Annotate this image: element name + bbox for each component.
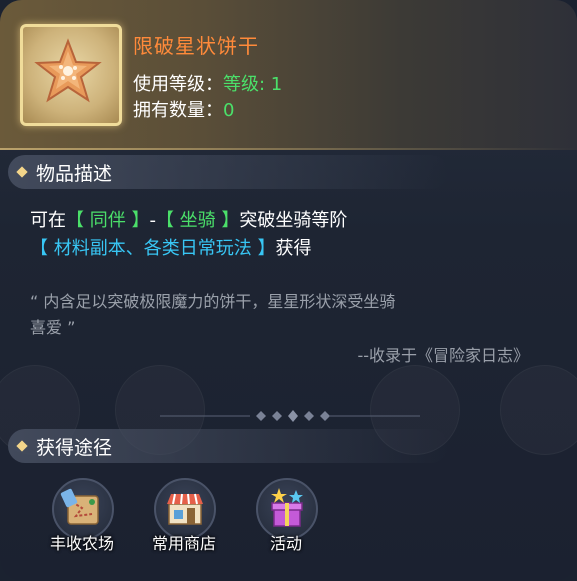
description-obtain: 获得 — [275, 238, 312, 259]
item-tooltip-panel: 限破星状饼干 使用等级：等级: 1 拥有数量：0 物品描述 可在【 同伴 】-【… — [0, 0, 577, 581]
source-shop-button[interactable]: 常用商店 — [138, 478, 230, 568]
item-name: 限破星状饼干 — [133, 34, 259, 58]
owned-count-value: 0 — [223, 100, 235, 121]
flavor-source: --收录于《冒险家日志》 — [357, 346, 529, 365]
source-event-label: 活动 — [269, 534, 302, 553]
description-line-1: 可在【 同伴 】-【 坐骑 】突破坐骑等阶 — [30, 206, 347, 232]
diamond-bullet-icon — [16, 166, 28, 178]
owned-count: 拥有数量：0 — [133, 96, 234, 122]
source-farm-button[interactable]: 丰收农场 — [36, 478, 128, 568]
use-level-value: 等级: 1 — [223, 74, 283, 95]
section-divider — [160, 410, 420, 422]
item-icon-frame — [20, 24, 122, 126]
use-level: 使用等级：等级: 1 — [133, 70, 282, 96]
acquire-title: 获得途径 — [36, 437, 113, 459]
star-cookie-icon — [34, 38, 102, 103]
description-prefix: 可在 — [30, 210, 66, 231]
material-dungeon-link[interactable]: 【 材料副本、各类日常玩法 】 — [30, 238, 275, 259]
description-line-2: 【 材料副本、各类日常玩法 】获得 — [30, 234, 311, 260]
source-shop-label: 常用商店 — [151, 534, 216, 553]
description-section-header: 物品描述 — [8, 155, 448, 189]
description-title: 物品描述 — [36, 163, 113, 185]
description-suffix: 突破坐骑等阶 — [239, 210, 348, 231]
flavor-quote-line-2: 喜爱 ” — [30, 318, 76, 337]
flavor-quote-line-1: “ 内含足以突破极限魔力的饼干，星星形状深受坐骑 — [30, 292, 396, 311]
diamond-bullet-icon — [16, 440, 28, 452]
owned-count-label: 拥有数量： — [133, 100, 223, 121]
acquire-section-header: 获得途径 — [8, 429, 448, 463]
mount-link[interactable]: 【 坐骑 】 — [156, 210, 239, 231]
source-farm-label: 丰收农场 — [49, 534, 114, 553]
companion-link[interactable]: 【 同伴 】 — [66, 210, 149, 231]
use-level-label: 使用等级： — [133, 74, 223, 95]
source-event-button[interactable]: 活动 — [240, 478, 332, 568]
